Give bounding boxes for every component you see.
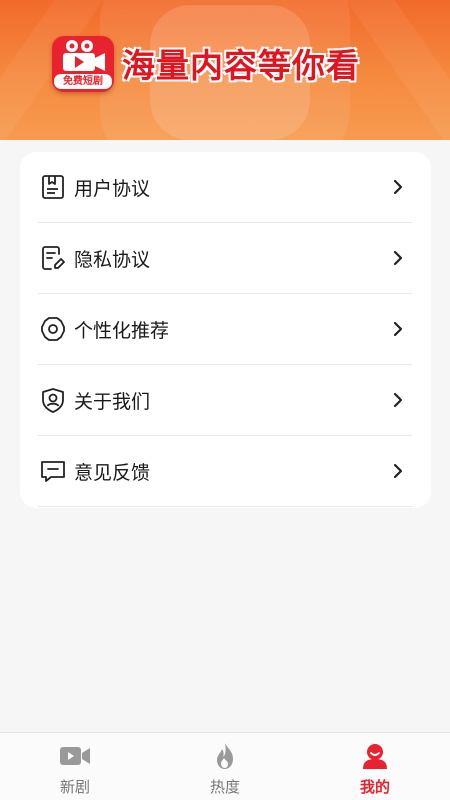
tab-mine[interactable]: 我的 bbox=[300, 733, 450, 800]
tab-new-dramas[interactable]: 新剧 bbox=[0, 733, 150, 800]
flame-icon bbox=[209, 742, 241, 770]
chevron-right-icon bbox=[393, 179, 403, 195]
chevron-right-icon bbox=[393, 463, 403, 479]
document-icon bbox=[38, 172, 68, 202]
menu-item-user-agreement[interactable]: 用户协议 bbox=[38, 152, 412, 223]
chevron-right-icon bbox=[393, 250, 403, 266]
menu-item-label: 隐私协议 bbox=[74, 248, 151, 271]
settings-menu: 用户协议 隐私协议 个性化推荐 关于我们 意见反馈 bbox=[20, 152, 431, 508]
privacy-edit-icon bbox=[38, 243, 68, 273]
logo-label: 免费短剧 bbox=[54, 74, 112, 89]
menu-item-label: 意见反馈 bbox=[74, 461, 151, 484]
tab-label: 新剧 bbox=[59, 778, 90, 796]
chat-icon bbox=[38, 456, 68, 486]
tab-trending[interactable]: 热度 bbox=[150, 733, 300, 800]
tab-label: 我的 bbox=[359, 778, 390, 796]
banner-slogan: 海量内容等你看 bbox=[122, 46, 360, 85]
app-logo: 免费短剧 bbox=[52, 36, 114, 92]
menu-item-about-us[interactable]: 关于我们 bbox=[38, 365, 412, 436]
menu-item-feedback[interactable]: 意见反馈 bbox=[38, 436, 412, 507]
menu-item-label: 个性化推荐 bbox=[74, 319, 170, 342]
menu-item-label: 关于我们 bbox=[74, 390, 151, 413]
video-camera-icon bbox=[63, 40, 105, 71]
chevron-right-icon bbox=[393, 392, 403, 408]
menu-item-label: 用户协议 bbox=[74, 177, 151, 200]
profile-page: 免费短剧 海量内容等你看 用户协议 隐私协议 个性化推荐 关于我们 意见反馈 新… bbox=[0, 0, 450, 800]
menu-item-personalized-recommendation[interactable]: 个性化推荐 bbox=[38, 294, 412, 365]
user-icon bbox=[359, 742, 391, 770]
tab-label: 热度 bbox=[209, 778, 240, 796]
chevron-right-icon bbox=[393, 321, 403, 337]
video-camera-icon bbox=[59, 742, 91, 770]
bottom-navigation: 新剧 热度 我的 bbox=[0, 732, 450, 800]
menu-item-privacy-policy[interactable]: 隐私协议 bbox=[38, 223, 412, 294]
gear-icon bbox=[38, 314, 68, 344]
user-shield-icon bbox=[38, 385, 68, 415]
promo-banner: 免费短剧 海量内容等你看 bbox=[0, 0, 450, 140]
